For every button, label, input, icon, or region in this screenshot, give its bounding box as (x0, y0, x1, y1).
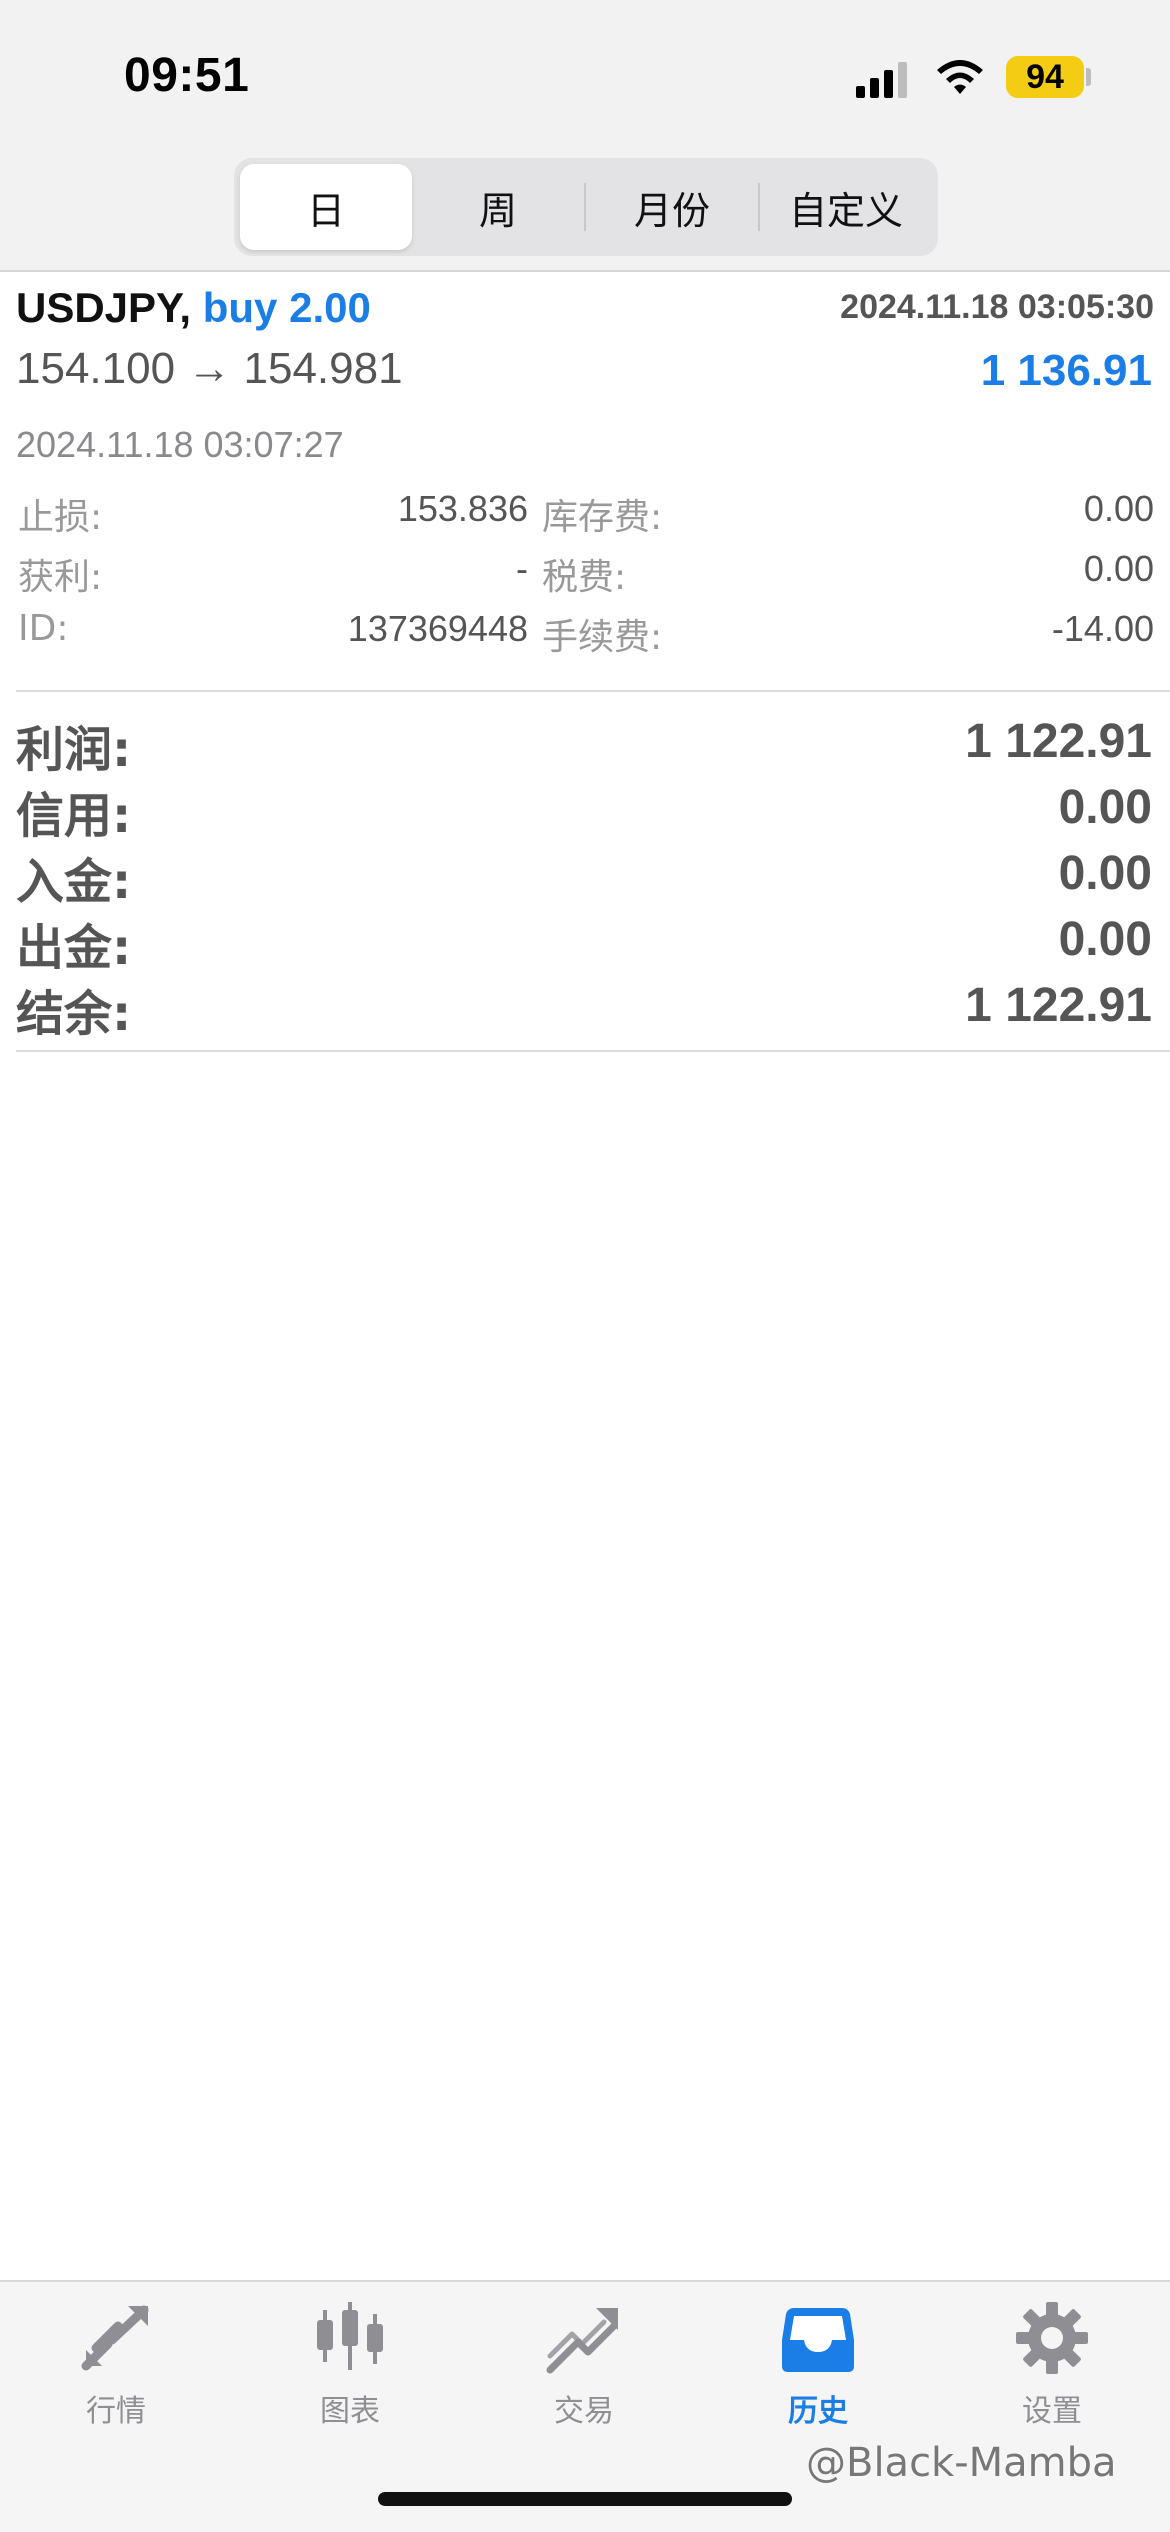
summary-value: 0.00 (1058, 847, 1152, 900)
tab-charts[interactable]: 图表 (270, 2300, 430, 2450)
summary-value: 1 122.91 (965, 715, 1152, 768)
battery-level: 94 (1026, 57, 1064, 96)
summary-label: 出金: (16, 920, 132, 976)
top-header: 09:51 94 日 周 月份 自定义 (0, 0, 1170, 272)
order-id-value: 137369448 (347, 608, 528, 649)
home-indicator[interactable] (378, 2492, 792, 2506)
tab-label: 图表 (320, 2394, 380, 2429)
cellular-signal-icon (856, 62, 907, 98)
account-summary: 利润: 1 122.91 信用: 0.00 入金: 0.00 出金: 0.00 … (16, 710, 1152, 1042)
summary-row-profit: 利润: 1 122.91 (16, 710, 1152, 778)
summary-label: 结余: (16, 986, 132, 1042)
detail-row: ID: 137369448 手续费: -14.00 (18, 608, 1154, 668)
stop-loss-value: 153.836 (397, 488, 528, 529)
summary-label: 入金: (16, 854, 132, 910)
watermark-text: @Black-Mamba (806, 2440, 1117, 2486)
tab-history[interactable]: 历史 (738, 2300, 898, 2450)
take-profit-label: 获利: (18, 557, 103, 598)
tab-quotes[interactable]: 行情 (36, 2300, 196, 2450)
commission-value: -14.00 (1051, 608, 1154, 649)
summary-label: 利润: (16, 722, 132, 778)
summary-row-balance: 结余: 1 122.91 (16, 974, 1152, 1042)
trade-symbol: USDJPY, (16, 284, 192, 331)
trade-details: 止损: 153.836 库存费: 0.00 获利: - 税费: 0.00 ID:… (18, 488, 1154, 668)
summary-row-deposit: 入金: 0.00 (16, 842, 1152, 910)
stop-loss-label: 止损: (18, 497, 103, 538)
period-tab-custom[interactable]: 自定义 (760, 164, 932, 250)
trade-profit: 1 136.91 (980, 346, 1152, 395)
battery-nub (1086, 68, 1091, 86)
quotes-arrows-icon (81, 2305, 149, 2371)
order-id-label: ID: (18, 608, 69, 649)
status-time: 09:51 (124, 49, 250, 102)
tax-label: 税费: (542, 557, 627, 598)
settings-gear-icon (1016, 2302, 1088, 2374)
tab-label: 设置 (1022, 2394, 1082, 2429)
period-tab-day[interactable]: 日 (240, 164, 412, 250)
divider (16, 1050, 1170, 1052)
trade-side: buy 2.00 (202, 284, 371, 331)
detail-row: 获利: - 税费: 0.00 (18, 548, 1154, 608)
summary-label: 信用: (16, 788, 132, 844)
summary-value: 0.00 (1058, 781, 1152, 834)
battery-icon: 94 (1006, 56, 1084, 98)
commission-label: 手续费: (542, 617, 663, 658)
summary-row-withdrawal: 出金: 0.00 (16, 908, 1152, 976)
summary-value: 0.00 (1058, 913, 1152, 966)
detail-row: 止损: 153.836 库存费: 0.00 (18, 488, 1154, 548)
trade-open-time: 2024.11.18 03:05:30 (840, 288, 1154, 326)
trade-close-time: 2024.11.18 03:07:27 (16, 424, 344, 465)
tab-label: 历史 (788, 2394, 848, 2429)
tab-label: 行情 (86, 2394, 146, 2429)
tab-label: 交易 (554, 2394, 614, 2429)
swap-value: 0.00 (1083, 488, 1154, 529)
period-tab-week[interactable]: 周 (412, 164, 584, 250)
wifi-icon (937, 60, 983, 94)
period-tab-month[interactable]: 月份 (586, 164, 758, 250)
trade-trend-icon (546, 2308, 618, 2374)
tax-value: 0.00 (1083, 548, 1154, 589)
take-profit-value: - (516, 548, 528, 589)
history-inbox-icon (782, 2308, 854, 2372)
summary-value: 1 122.91 (965, 979, 1152, 1032)
summary-row-credit: 信用: 0.00 (16, 776, 1152, 844)
period-segmented-control: 日 周 月份 自定义 (234, 158, 938, 256)
tab-trade[interactable]: 交易 (504, 2300, 664, 2450)
candlestick-chart-icon (317, 2302, 383, 2370)
divider (16, 690, 1170, 692)
swap-label: 库存费: (542, 497, 663, 538)
tab-settings[interactable]: 设置 (972, 2300, 1132, 2450)
